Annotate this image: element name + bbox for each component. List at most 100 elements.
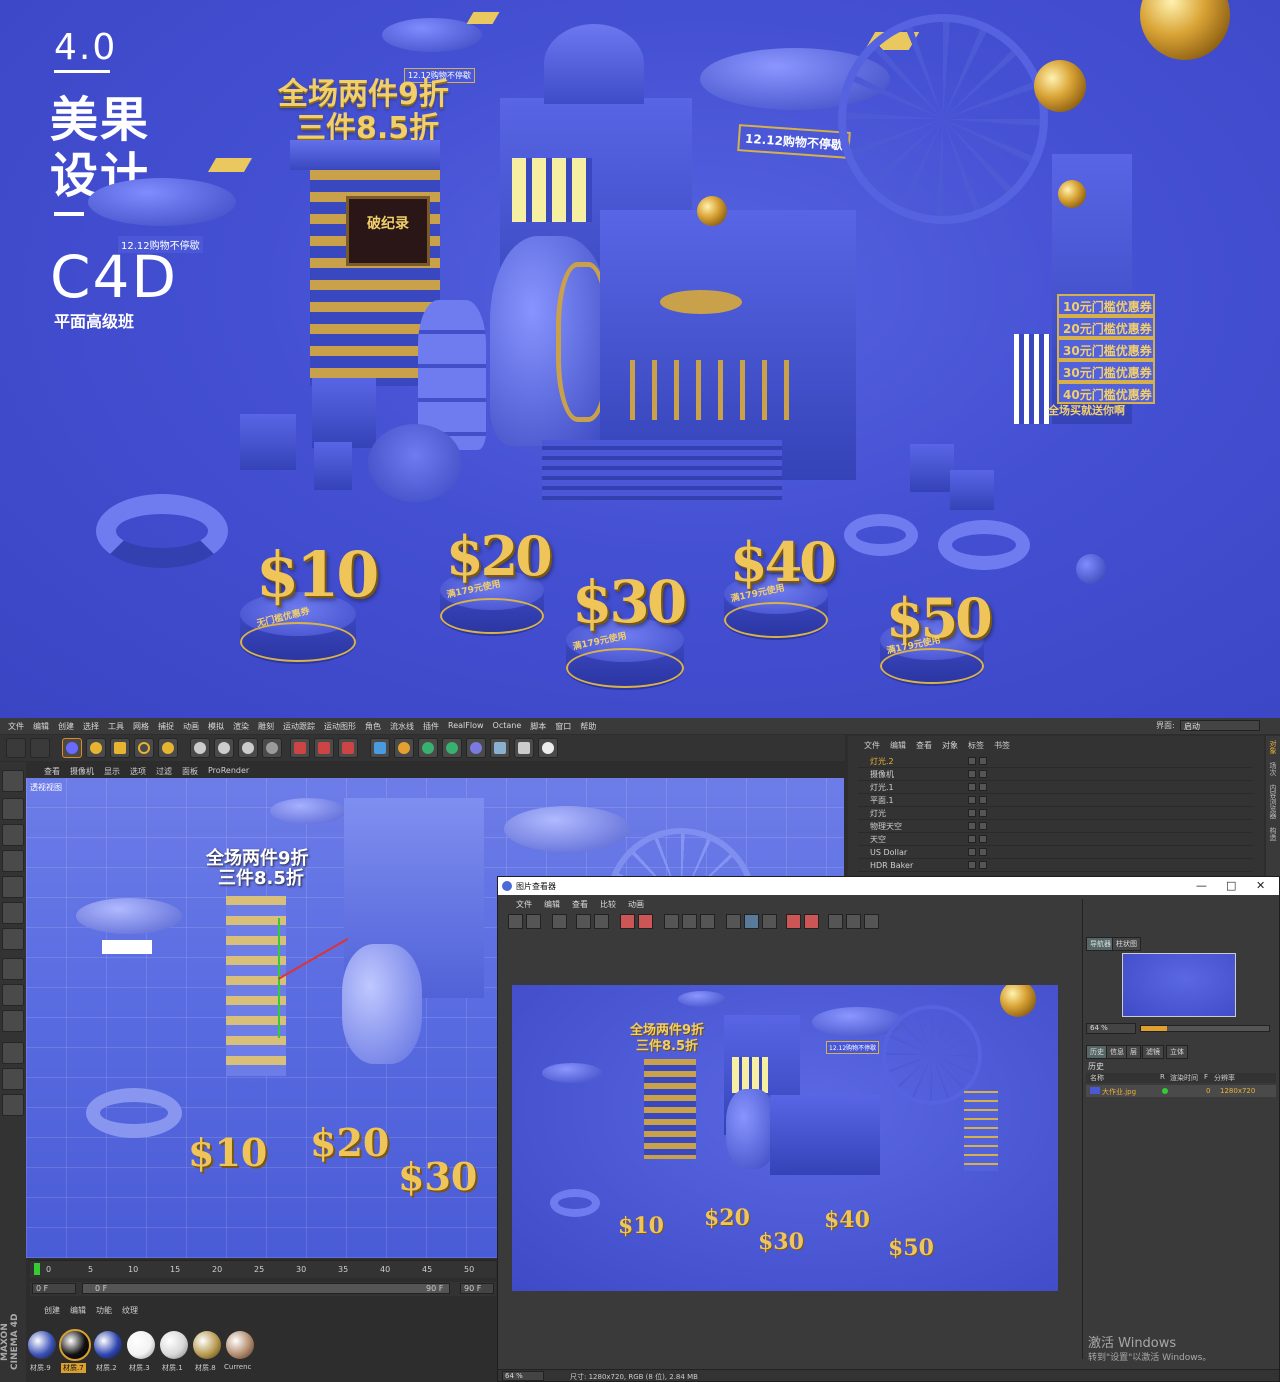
x-axis-button[interactable] bbox=[190, 738, 210, 758]
render-settings-button[interactable] bbox=[338, 738, 358, 758]
render-view-button[interactable] bbox=[290, 738, 310, 758]
right-tab-takes[interactable]: 场次 bbox=[1266, 758, 1280, 780]
object-row-us-dollar[interactable]: US Dollar bbox=[858, 846, 1253, 859]
navigator-zoom-slider[interactable] bbox=[1140, 1025, 1270, 1032]
menu-item-sculpt[interactable]: 雕刻 bbox=[258, 721, 274, 734]
menu-item-octane[interactable]: Octane bbox=[493, 721, 522, 734]
object-row-physical-sky[interactable]: 物理天空 bbox=[858, 820, 1253, 833]
compare-b-button[interactable] bbox=[682, 914, 697, 929]
material-swatch-3[interactable] bbox=[94, 1331, 122, 1359]
pv-menu-file[interactable]: 文件 bbox=[516, 899, 532, 910]
nav-tab-histogram[interactable]: 柱状图 bbox=[1112, 937, 1141, 951]
menu-item-help[interactable]: 帮助 bbox=[580, 721, 596, 734]
menu-item-script[interactable]: 脚本 bbox=[530, 721, 546, 734]
menu-item-create[interactable]: 创建 bbox=[58, 721, 74, 734]
menu-item-simulate[interactable]: 模拟 bbox=[208, 721, 224, 734]
history-tab-stereo[interactable]: 立体 bbox=[1166, 1045, 1188, 1059]
swap-button[interactable] bbox=[828, 914, 843, 929]
text-button[interactable] bbox=[762, 914, 777, 929]
menu-item-mograph[interactable]: 运动图形 bbox=[324, 721, 356, 734]
edges-mode-button[interactable] bbox=[2, 902, 24, 924]
om-menu-edit[interactable]: 编辑 bbox=[890, 740, 906, 751]
playhead[interactable] bbox=[34, 1263, 40, 1275]
menu-item-select[interactable]: 选择 bbox=[83, 721, 99, 734]
material-menu-create[interactable]: 创建 bbox=[44, 1305, 60, 1316]
material-swatch-4[interactable] bbox=[127, 1331, 155, 1359]
axis-mode-button[interactable] bbox=[2, 958, 24, 980]
object-row-sky[interactable]: 天空 bbox=[858, 833, 1253, 846]
render-region-button[interactable] bbox=[576, 914, 591, 929]
floor-button[interactable] bbox=[490, 738, 510, 758]
viewport-menu-view[interactable]: 查看 bbox=[44, 766, 60, 777]
fit-button[interactable] bbox=[846, 914, 861, 929]
compare-a-button[interactable] bbox=[664, 914, 679, 929]
object-row-light[interactable]: 灯光 bbox=[858, 807, 1253, 820]
polygons-mode-button[interactable] bbox=[2, 928, 24, 950]
make-editable-button[interactable] bbox=[2, 770, 24, 792]
deformer-button[interactable] bbox=[466, 738, 486, 758]
open-button[interactable] bbox=[508, 914, 523, 929]
coord-system-button[interactable] bbox=[262, 738, 282, 758]
menu-item-animate[interactable]: 动画 bbox=[183, 721, 199, 734]
material-swatch-2[interactable] bbox=[59, 1329, 91, 1361]
nav-tab-navigator[interactable]: 导航器 bbox=[1086, 937, 1115, 951]
start-frame-field[interactable]: 0 F bbox=[32, 1283, 76, 1294]
viewport-menu-panel[interactable]: 面板 bbox=[182, 766, 198, 777]
om-menu-file[interactable]: 文件 bbox=[864, 740, 880, 751]
history-row[interactable]: 大作业.jpg 0 1280x720 bbox=[1086, 1085, 1276, 1097]
add-tool-button[interactable] bbox=[158, 738, 178, 758]
menu-item-render[interactable]: 渲染 bbox=[233, 721, 249, 734]
save-button[interactable] bbox=[526, 914, 541, 929]
material-swatch-6[interactable] bbox=[193, 1331, 221, 1359]
history-tab-layers[interactable]: 层 bbox=[1126, 1045, 1141, 1059]
menu-item-snap[interactable]: 捕捉 bbox=[158, 721, 174, 734]
ab-compare-button[interactable] bbox=[726, 914, 741, 929]
om-menu-bookmarks[interactable]: 书签 bbox=[994, 740, 1010, 751]
viewport-menu-prorender[interactable]: ProRender bbox=[208, 766, 249, 777]
viewport-menu-options[interactable]: 选项 bbox=[130, 766, 146, 777]
scale-tool-button[interactable] bbox=[110, 738, 130, 758]
object-row-light-2[interactable]: 灯光.2 bbox=[858, 755, 1253, 768]
object-row-hdr-baker[interactable]: HDR Baker bbox=[858, 859, 1253, 872]
pv-menu-compare[interactable]: 比较 bbox=[600, 899, 616, 910]
pv-menu-edit[interactable]: 编辑 bbox=[544, 899, 560, 910]
magnet-button[interactable] bbox=[2, 1042, 24, 1064]
snap-button[interactable] bbox=[2, 1010, 24, 1032]
end-frame-field[interactable]: 90 F bbox=[460, 1283, 494, 1294]
object-row-camera[interactable]: 摄像机 bbox=[858, 768, 1253, 781]
select-tool-button[interactable] bbox=[62, 738, 82, 758]
rotate-tool-button[interactable] bbox=[134, 738, 154, 758]
material-menu-edit[interactable]: 编辑 bbox=[70, 1305, 86, 1316]
menu-item-plugins[interactable]: 插件 bbox=[423, 721, 439, 734]
navigator-zoom-field[interactable]: 64 % bbox=[1086, 1023, 1136, 1034]
history-tab-history[interactable]: 历史 bbox=[1086, 1045, 1108, 1059]
set-a-button[interactable] bbox=[786, 914, 801, 929]
material-swatch-5[interactable] bbox=[160, 1331, 188, 1359]
status-zoom-field[interactable]: 64 % bbox=[502, 1371, 544, 1381]
timeline-ruler[interactable]: 0 5 10 15 20 25 30 35 40 45 50 bbox=[30, 1260, 496, 1278]
menu-item-motion-tracking[interactable]: 运动跟踪 bbox=[283, 721, 315, 734]
menu-item-pipeline[interactable]: 流水线 bbox=[390, 721, 414, 734]
workplane-lock-button[interactable] bbox=[2, 1094, 24, 1116]
om-menu-view[interactable]: 查看 bbox=[916, 740, 932, 751]
close-button[interactable]: ✕ bbox=[1256, 879, 1265, 892]
material-swatch-1[interactable] bbox=[28, 1331, 56, 1359]
minimize-button[interactable]: — bbox=[1196, 879, 1207, 892]
object-row-light-1[interactable]: 灯光.1 bbox=[858, 781, 1253, 794]
menu-item-character[interactable]: 角色 bbox=[365, 721, 381, 734]
grid-button[interactable] bbox=[552, 914, 567, 929]
render-button[interactable] bbox=[594, 914, 609, 929]
texture-mode-button[interactable] bbox=[2, 824, 24, 846]
workplane-button[interactable] bbox=[2, 850, 24, 872]
light-button[interactable] bbox=[538, 738, 558, 758]
material-menu-function[interactable]: 功能 bbox=[96, 1305, 112, 1316]
material-menu-texture[interactable]: 纹理 bbox=[122, 1305, 138, 1316]
camera-button[interactable] bbox=[514, 738, 534, 758]
z-axis-button[interactable] bbox=[238, 738, 258, 758]
viewport-menu-camera[interactable]: 摄像机 bbox=[70, 766, 94, 777]
y-axis-button[interactable] bbox=[214, 738, 234, 758]
layout-select[interactable]: 启动 bbox=[1180, 720, 1260, 731]
menu-item-mesh[interactable]: 网格 bbox=[133, 721, 149, 734]
menu-item-edit[interactable]: 编辑 bbox=[33, 721, 49, 734]
menu-item-tools[interactable]: 工具 bbox=[108, 721, 124, 734]
